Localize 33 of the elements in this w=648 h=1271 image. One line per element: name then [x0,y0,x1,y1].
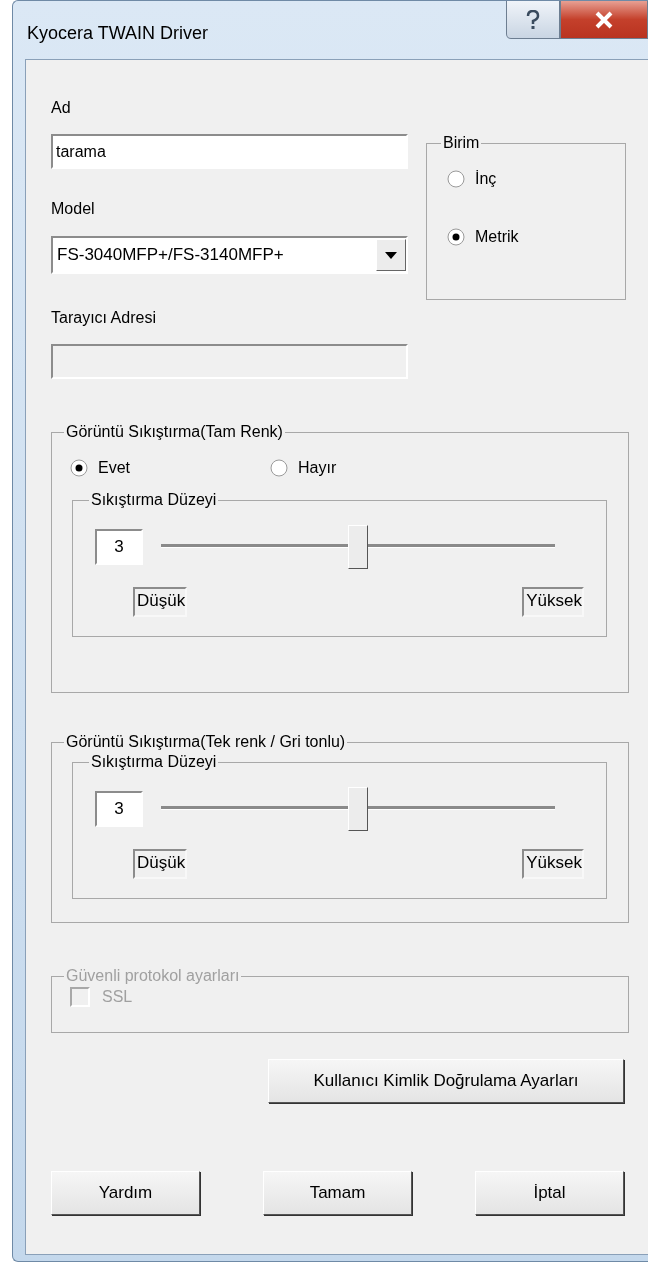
radio-button[interactable]: Metrik [447,228,605,246]
dialog-button[interactable]: Tamam [263,1171,412,1215]
radio-button[interactable]: Evet [70,459,270,477]
dialog-button[interactable]: İptal [475,1171,624,1215]
level-value-field[interactable]: 3 [95,529,143,565]
model-dropdown[interactable]: FS-3040MFP+/FS-3140MFP+ [51,236,408,274]
high-label: Yüksek [522,849,584,879]
field-label: Ad [51,98,72,118]
field-label: Tarayıcı Adresi [51,308,157,328]
group-title: Güvenli protokol ayarları [65,967,241,985]
group-title: Birim [442,134,481,152]
radio-button[interactable]: İnç [447,170,605,188]
window-title: Kyocera TWAIN Driver [27,23,209,44]
help-button[interactable] [506,1,560,39]
group-title: Sıkıştırma Düzeyi [90,491,218,509]
field-label: Model [51,199,96,219]
group-title: Görüntü Sıkıştırma(Tam Renk) [65,423,284,441]
close-icon [594,10,614,29]
close-button[interactable] [560,1,648,39]
radio-button[interactable]: Hayır [270,459,470,477]
help-icon [526,9,540,30]
low-label: Düşük [133,849,188,879]
dialog-button[interactable]: Yardım [51,1171,200,1215]
group-title: Sıkıştırma Düzeyi [90,753,218,771]
auth-settings-button[interactable]: Kullanıcı Kimlik Doğrulama Ayarları [268,1059,624,1103]
low-label: Düşük [133,587,188,617]
high-label: Yüksek [522,587,584,617]
dropdown-arrow-icon [385,251,397,259]
name-field[interactable]: tarama [51,134,408,169]
group-title: Görüntü Sıkıştırma(Tek renk / Gri tonlu) [65,733,347,751]
level-value-field[interactable]: 3 [95,791,143,827]
slider-thumb[interactable] [348,787,368,831]
slider-thumb[interactable] [348,525,368,569]
